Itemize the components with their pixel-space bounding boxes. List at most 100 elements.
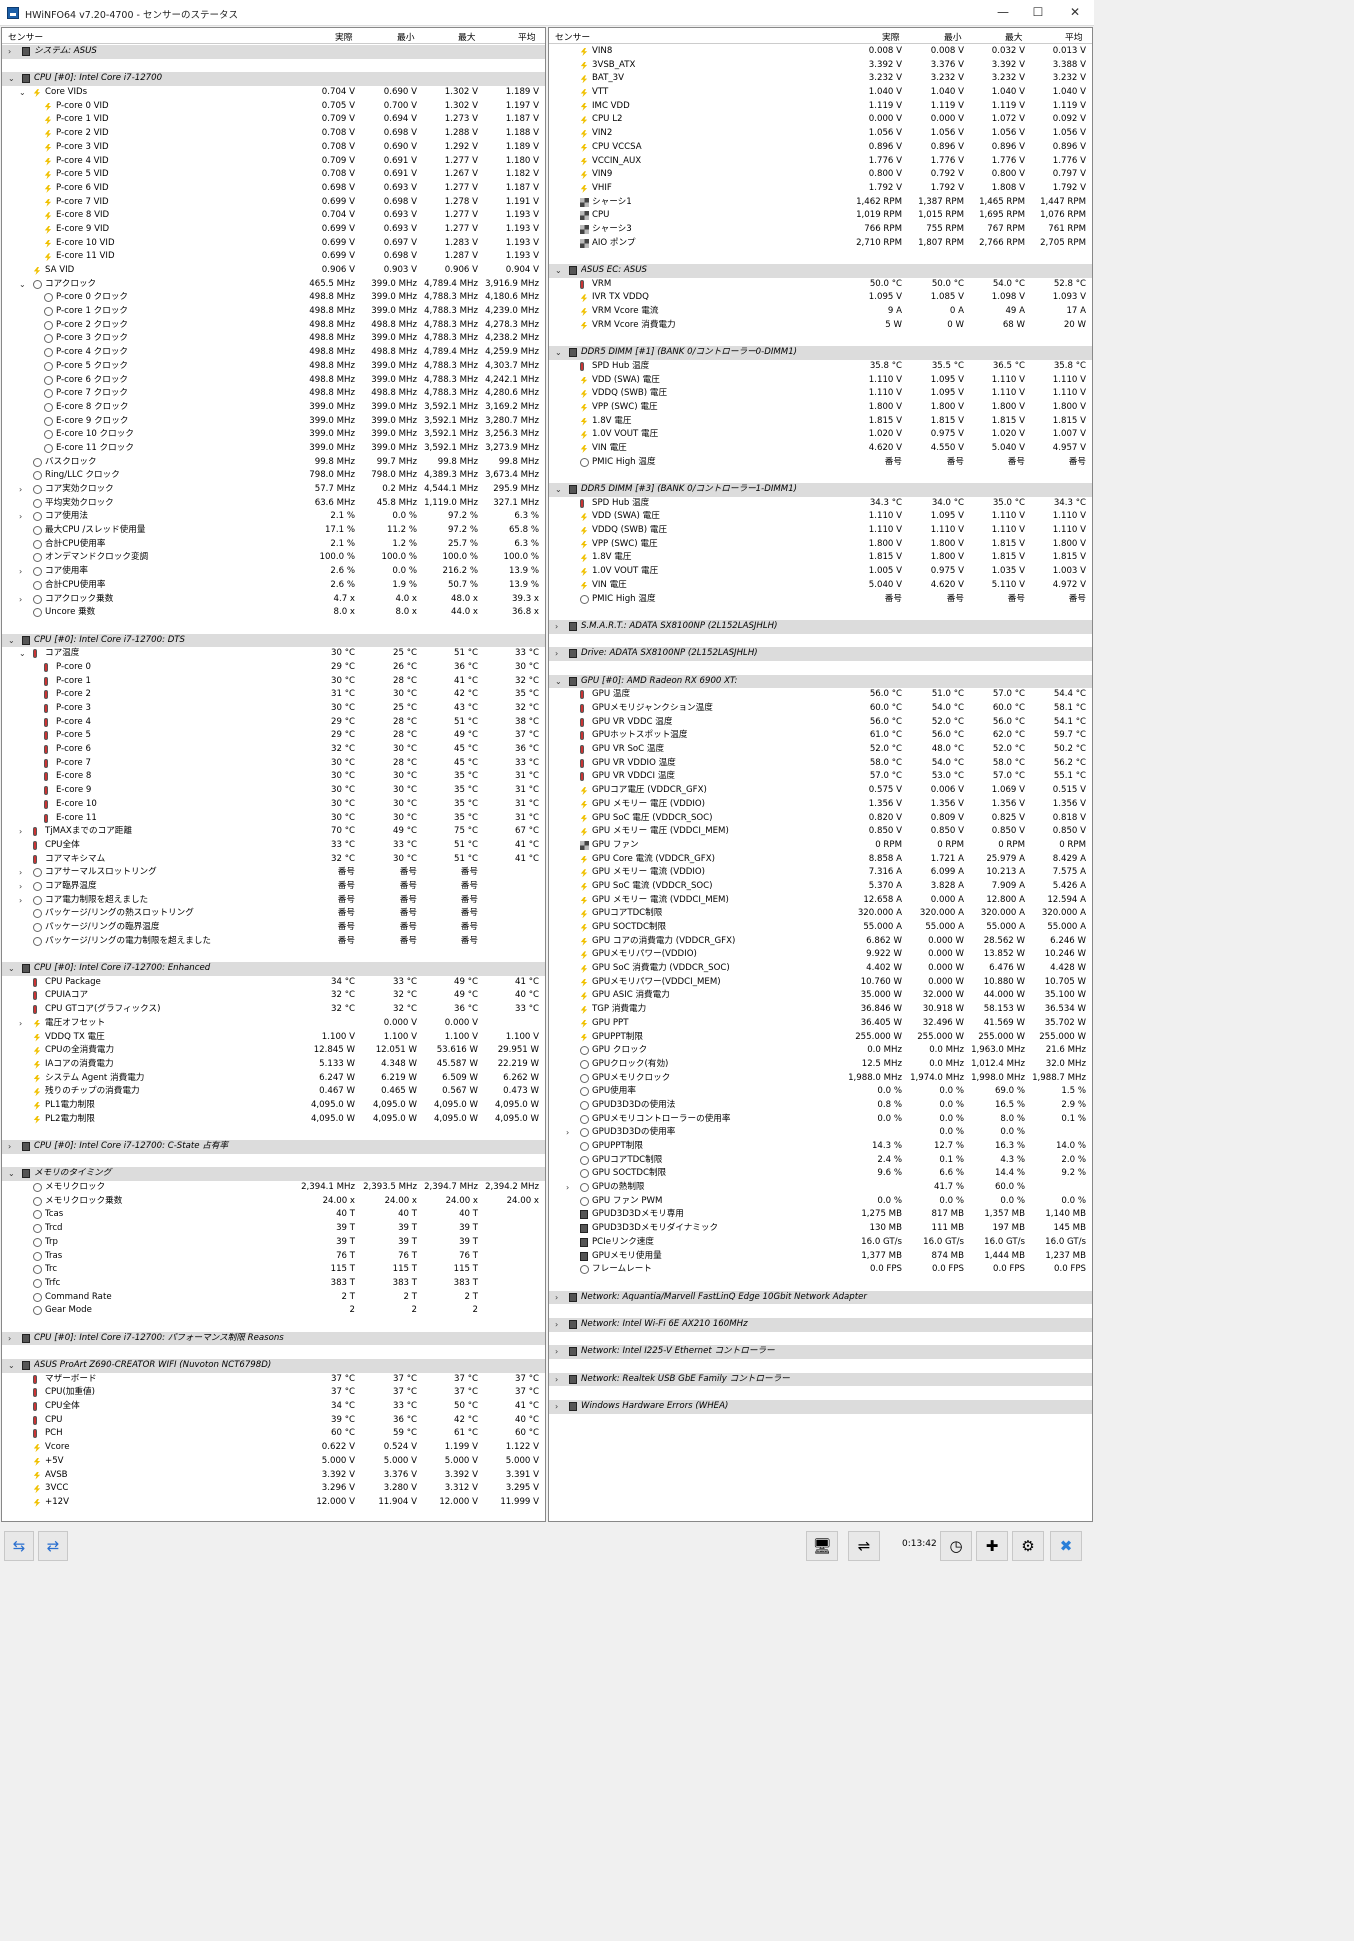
sensor-row[interactable]: GPUメモリジャンクション温度 60.0 °C 54.0 °C 60.0 °C 58.1… xyxy=(549,702,1092,716)
sensor-row[interactable]: GPU PPT 36.405 W 32.496 W 41.569 W 35.702 W xyxy=(549,1017,1092,1031)
sensor-row[interactable]: GPUメモリクロック 1,988.0 MHz 1,974.0 MHz 1,998.0 … xyxy=(549,1072,1092,1086)
sensor-row[interactable]: P-core 0 クロック 498.8 MHz 399.0 MHz 4,788.3 M… xyxy=(2,291,545,305)
monitor-icon[interactable]: 🖥 xyxy=(806,1531,838,1561)
sensor-row[interactable]: 3VSB_ATX 3.392 V 3.376 V 3.392 V 3.388 V xyxy=(549,59,1092,73)
sensor-row[interactable]: シャーシ3 766 RPM 755 RPM 767 RPM 761 RPM xyxy=(549,223,1092,237)
sensor-row[interactable]: › GPUの熱制限 41.7 % 60.0 % xyxy=(549,1181,1092,1195)
expand-icon[interactable]: › xyxy=(19,483,27,497)
sensor-row[interactable]: 1.0V VOUT 電圧 1.020 V 0.975 V 1.020 V 1.007 V xyxy=(549,428,1092,442)
sensor-row[interactable]: P-core 5 29 °C 28 °C 49 °C 37 °C xyxy=(2,729,545,743)
sensor-row[interactable]: Trc 115 T 115 T 115 T xyxy=(2,1263,545,1277)
sensor-row[interactable]: E-core 9 30 °C 30 °C 35 °C 31 °C xyxy=(2,784,545,798)
col-min[interactable]: 最小 xyxy=(944,30,962,43)
collapse-icon[interactable]: ⌄ xyxy=(8,1167,16,1181)
sensor-row[interactable]: VCCIN_AUX 1.776 V 1.776 V 1.776 V 1.776 V xyxy=(549,155,1092,169)
sensor-row[interactable]: GPU SoC 電流 (VDDCR_SOC) 5.370 A 3.828 A 7.90… xyxy=(549,880,1092,894)
sensor-row[interactable]: ⌄ コア温度 30 °C 25 °C 51 °C 33 °C xyxy=(2,647,545,661)
sensor-row[interactable]: メモリクロック 2,394.1 MHz 2,393.5 MHz 2,394.7 MHz… xyxy=(2,1181,545,1195)
collapse-icon[interactable]: ⌄ xyxy=(8,1359,16,1373)
sensor-row[interactable]: GPUメモリパワー(VDDIO) 9.922 W 0.000 W 13.852 W 10… xyxy=(549,948,1092,962)
sensor-row[interactable]: P-core 7 クロック 498.8 MHz 498.8 MHz 4,788.3 M… xyxy=(2,387,545,401)
sensor-row[interactable]: VHIF 1.792 V 1.792 V 1.808 V 1.792 V xyxy=(549,182,1092,196)
sensor-group[interactable]: › Drive: ADATA SX8100NP (2L152LASJHLH) xyxy=(549,647,1092,661)
sensor-row[interactable]: PL1電力制限 4,095.0 W 4,095.0 W 4,095.0 W 4,095.… xyxy=(2,1099,545,1113)
sensor-row[interactable]: Trp 39 T 39 T 39 T xyxy=(2,1236,545,1250)
sensor-row[interactable]: P-core 2 クロック 498.8 MHz 498.8 MHz 4,788.3 M… xyxy=(2,319,545,333)
sensor-row[interactable]: CPUIAコア 32 °C 32 °C 49 °C 40 °C xyxy=(2,989,545,1003)
sensor-group[interactable]: ⌄ ASUS EC: ASUS xyxy=(549,264,1092,278)
col-sensor[interactable]: センサー xyxy=(8,30,43,43)
sensor-row[interactable]: GPUPPT制限 14.3 % 12.7 % 16.3 % 14.0 % xyxy=(549,1140,1092,1154)
expand-icon[interactable]: › xyxy=(555,1373,563,1387)
sensor-row[interactable]: ⌄ コアクロック 465.5 MHz 399.0 MHz 4,789.4 MHz 3,91… xyxy=(2,278,545,292)
sensor-row[interactable]: 1.8V 電圧 1.815 V 1.800 V 1.815 V 1.815 V xyxy=(549,551,1092,565)
sensor-group[interactable]: › Network: Intel I225-V Ethernet コントローラー xyxy=(549,1345,1092,1359)
col-current[interactable]: 実際 xyxy=(335,30,353,43)
sensor-row[interactable]: Command Rate 2 T 2 T 2 T xyxy=(2,1291,545,1305)
sensor-row[interactable]: › TjMAXまでのコア距離 70 °C 49 °C 75 °C 67 °C xyxy=(2,825,545,839)
col-max[interactable]: 最大 xyxy=(1005,30,1023,43)
sensor-row[interactable]: GPU ファン 0 RPM 0 RPM 0 RPM 0 RPM xyxy=(549,839,1092,853)
sensor-row[interactable]: VDDQ (SWB) 電圧 1.110 V 1.110 V 1.110 V 1.110 … xyxy=(549,524,1092,538)
settings-icon[interactable]: ⚙ xyxy=(1012,1531,1044,1561)
sensor-row[interactable]: IAコアの消費電力 5.133 W 4.348 W 45.587 W 22.219 W xyxy=(2,1058,545,1072)
sensor-row[interactable]: GPU VR VDDIO 温度 58.0 °C 54.0 °C 58.0 °C 56.2… xyxy=(549,757,1092,771)
sensor-row[interactable]: BAT_3V 3.232 V 3.232 V 3.232 V 3.232 V xyxy=(549,72,1092,86)
minimize-button[interactable]: — xyxy=(985,2,1021,23)
expand-icon[interactable]: › xyxy=(19,894,27,908)
sensor-row[interactable]: P-core 4 VID 0.709 V 0.691 V 1.277 V 1.180 V xyxy=(2,155,545,169)
expand-icon[interactable]: › xyxy=(19,825,27,839)
sensor-row[interactable]: Gear Mode 2 2 2 xyxy=(2,1304,545,1318)
sensor-row[interactable]: P-core 5 クロック 498.8 MHz 399.0 MHz 4,788.3 M… xyxy=(2,360,545,374)
sensor-row[interactable]: VDDQ (SWB) 電圧 1.110 V 1.095 V 1.110 V 1.110 … xyxy=(549,387,1092,401)
collapse-icon[interactable]: ⌄ xyxy=(19,647,27,661)
sensor-row[interactable]: GPUコア電圧 (VDDCR_GFX) 0.575 V 0.006 V 1.069 V… xyxy=(549,784,1092,798)
sensor-row[interactable]: P-core 0 VID 0.705 V 0.700 V 1.302 V 1.197 V xyxy=(2,100,545,114)
sensor-row[interactable]: E-core 8 クロック 399.0 MHz 399.0 MHz 3,592.1 M… xyxy=(2,401,545,415)
sensor-row[interactable]: コアマキシマム 32 °C 30 °C 51 °C 41 °C xyxy=(2,853,545,867)
sensor-group[interactable]: ⌄ メモリのタイミング xyxy=(2,1167,545,1182)
sensor-row[interactable]: VTT 1.040 V 1.040 V 1.040 V 1.040 V xyxy=(549,86,1092,100)
sensor-row[interactable]: 合計CPU使用率 2.1 % 1.2 % 25.7 % 6.3 % xyxy=(2,538,545,552)
sensor-group[interactable]: › S.M.A.R.T.: ADATA SX8100NP (2L152LASJHL… xyxy=(549,619,1092,634)
collapse-icon[interactable]: ⌄ xyxy=(19,278,27,292)
sensor-row[interactable]: CPU Package 34 °C 33 °C 49 °C 41 °C xyxy=(2,976,545,990)
sensor-group[interactable]: ⌄ DDR5 DIMM [#3] (BANK 0/コントローラー1-DIMM1) xyxy=(549,483,1092,497)
sensor-row[interactable]: GPU メモリー 電流 (VDDIO) 7.316 A 6.099 A 10.213 … xyxy=(549,866,1092,880)
sensor-row[interactable]: CPUの全消費電力 12.845 W 12.051 W 53.616 W 29.951 … xyxy=(2,1044,545,1058)
sensor-row[interactable]: PMIC High 温度 番号 番号 番号 番号 xyxy=(549,593,1092,607)
expand-icon[interactable]: › xyxy=(8,1140,16,1154)
network-icon[interactable]: ⇌ xyxy=(848,1531,880,1561)
sensor-row[interactable]: メモリクロック乗数 24.00 x 24.00 x 24.00 x 24.00 x xyxy=(2,1195,545,1209)
maximize-button[interactable]: ☐ xyxy=(1020,2,1056,23)
col-min[interactable]: 最小 xyxy=(397,30,415,43)
sensor-row[interactable]: Tras 76 T 76 T 76 T xyxy=(2,1250,545,1264)
sensor-row[interactable]: シャーシ1 1,462 RPM 1,387 RPM 1,465 RPM 1,447 RP… xyxy=(549,196,1092,210)
collapse-icon[interactable]: ⌄ xyxy=(555,346,563,360)
sensor-row[interactable]: › コア電力制限を超えました 番号 番号 番号 xyxy=(2,894,545,908)
expand-icon[interactable]: › xyxy=(19,565,27,579)
sensor-row[interactable]: P-core 6 クロック 498.8 MHz 399.0 MHz 4,788.3 M… xyxy=(2,374,545,388)
sensor-group[interactable]: ⌄ CPU [#0]: Intel Core i7-12700: Enhanced xyxy=(2,962,545,976)
sensor-row[interactable]: Trfc 383 T 383 T 383 T xyxy=(2,1277,545,1291)
expand-icon[interactable]: › xyxy=(555,647,563,661)
sensor-group[interactable]: › Network: Intel Wi-Fi 6E AX210 160MHz xyxy=(549,1317,1092,1332)
col-current[interactable]: 実際 xyxy=(882,30,900,43)
sensor-row[interactable]: 平均実効クロック 63.6 MHz 45.8 MHz 1,119.0 MHz 327.1… xyxy=(2,497,545,511)
sensor-row[interactable]: CPU全体 34 °C 33 °C 50 °C 41 °C xyxy=(2,1400,545,1414)
col-sensor[interactable]: センサー xyxy=(555,30,590,43)
sensor-row[interactable]: CPU L2 0.000 V 0.000 V 1.072 V 0.092 V xyxy=(549,113,1092,127)
sensor-row[interactable]: VIN8 0.008 V 0.008 V 0.032 V 0.013 V xyxy=(549,45,1092,59)
sensor-row[interactable]: E-core 9 VID 0.699 V 0.693 V 1.277 V 1.193 V xyxy=(2,223,545,237)
sensor-row[interactable]: GPUD3D3Dの使用法 0.8 % 0.0 % 16.5 % 2.9 % xyxy=(549,1099,1092,1113)
sensor-row[interactable]: GPUD3D3Dメモリ専用 1,275 MB 817 MB 1,357 MB 1,140… xyxy=(549,1208,1092,1222)
sensor-row[interactable]: GPU Core 電流 (VDDCR_GFX) 8.858 A 1.721 A 25.… xyxy=(549,853,1092,867)
sensor-group[interactable]: ⌄ ASUS ProArt Z690-CREATOR WIFI (Nuvoton … xyxy=(2,1359,545,1373)
sensor-row[interactable]: P-core 0 29 °C 26 °C 36 °C 30 °C xyxy=(2,661,545,675)
sensor-group[interactable]: › CPU [#0]: Intel Core i7-12700: C-State … xyxy=(2,1140,545,1154)
sensor-row[interactable]: GPU SOCTDC制限 9.6 % 6.6 % 14.4 % 9.2 % xyxy=(549,1167,1092,1181)
sensor-row[interactable]: PMIC High 温度 番号 番号 番号 番号 xyxy=(549,456,1092,470)
collapse-icon[interactable]: ⌄ xyxy=(555,264,563,278)
col-avg[interactable]: 平均 xyxy=(518,30,536,43)
sensor-group[interactable]: › Network: Aquantia/Marvell FastLinQ Edge… xyxy=(549,1290,1092,1305)
